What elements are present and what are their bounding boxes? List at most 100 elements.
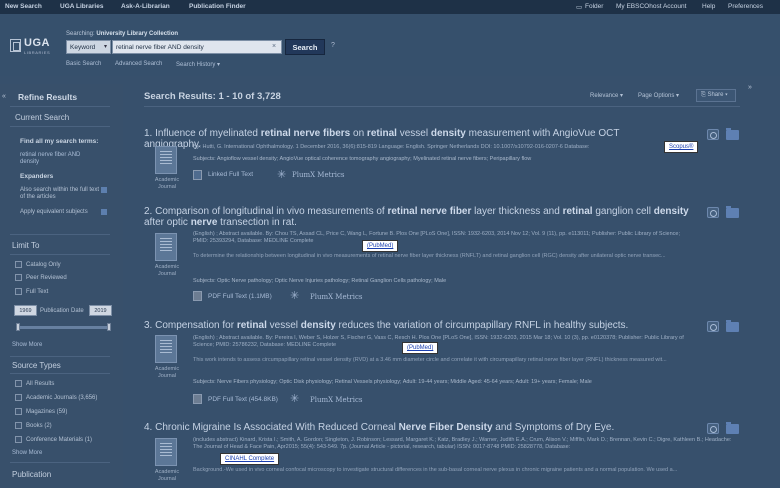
database-pubmed-link[interactable]: (PubMed) xyxy=(362,240,399,252)
all-results-label: All Results xyxy=(26,381,55,387)
add-expander-icon[interactable] xyxy=(101,209,107,215)
preview-icon[interactable] xyxy=(707,321,719,332)
divider xyxy=(10,126,110,127)
journal-thumbnail-icon[interactable] xyxy=(155,438,177,466)
plumx-metrics-link[interactable]: PlumX Metrics xyxy=(310,293,363,301)
result-number: 4. xyxy=(144,422,153,433)
pdf-icon[interactable] xyxy=(193,394,202,404)
database-scopus-link[interactable]: Scopus® xyxy=(664,141,699,153)
current-search-heading[interactable]: Current Search xyxy=(15,113,69,122)
page-options-dropdown[interactable]: Page Options ▾ xyxy=(638,92,679,99)
divider xyxy=(10,106,110,107)
all-results-checkbox[interactable] xyxy=(15,380,22,387)
relevance-sort-dropdown[interactable]: Relevance ▾ xyxy=(590,92,623,99)
database-pubmed-link[interactable]: (PubMed) xyxy=(402,342,439,354)
advanced-search-link[interactable]: Advanced Search xyxy=(115,61,162,67)
find-all-label: Find all my search terms: xyxy=(20,138,99,145)
add-expander-icon[interactable] xyxy=(101,187,107,193)
pub-date-to-input[interactable]: 2019 xyxy=(89,305,112,316)
search-history-link[interactable]: Search History ▾ xyxy=(176,61,220,68)
plumx-metrics-link[interactable]: PlumX Metrics xyxy=(292,171,345,179)
pub-date-slider[interactable] xyxy=(17,326,110,329)
search-input[interactable]: retinal nerve fiber AND density xyxy=(112,40,282,54)
preview-icon[interactable] xyxy=(707,207,719,218)
show-more-sources-link[interactable]: Show More xyxy=(12,450,42,456)
pdf-full-text-link[interactable]: PDF Full Text (454.8KB) xyxy=(208,396,278,403)
basic-search-link[interactable]: Basic Search xyxy=(66,61,101,67)
result-title[interactable]: 3. Compensation for retinal vessel densi… xyxy=(144,320,704,331)
refine-results-title: Refine Results xyxy=(18,92,78,102)
folder-icon-top[interactable]: ▭ xyxy=(576,3,582,11)
journal-thumbnail-icon[interactable] xyxy=(155,335,177,363)
search-field-select[interactable]: Keyword xyxy=(66,40,111,54)
result-title[interactable]: 2. Comparison of longitudinal in vivo me… xyxy=(144,206,694,228)
conference-materials-checkbox[interactable] xyxy=(15,436,22,443)
result-metadata: By: Hutti, G. International Ophthalmolog… xyxy=(193,144,590,150)
search-help-icon[interactable]: ? xyxy=(331,42,335,49)
limit-to-heading[interactable]: Limit To xyxy=(12,241,39,250)
publication-finder-link[interactable]: Publication Finder xyxy=(189,3,246,10)
plumx-metrics-link[interactable]: PlumX Metrics xyxy=(310,396,363,404)
pdf-icon[interactable] xyxy=(193,291,202,301)
clear-search-icon[interactable]: × xyxy=(272,43,276,50)
books-label: Books (2) xyxy=(26,423,52,429)
add-to-folder-icon[interactable] xyxy=(726,128,739,140)
full-text-checkbox[interactable] xyxy=(15,288,22,295)
my-account-link[interactable]: My EBSCOhost Account xyxy=(616,3,686,10)
publication-type-label: Academic Journal xyxy=(154,264,180,277)
result-title[interactable]: 4. Chronic Migraine Is Associated With R… xyxy=(144,422,704,433)
preview-icon[interactable] xyxy=(707,423,719,434)
journal-thumbnail-icon[interactable] xyxy=(155,146,177,174)
share-button[interactable]: ⎘ Share ▾ xyxy=(696,89,736,102)
collapse-right-panel-icon[interactable]: » xyxy=(748,84,752,91)
help-link[interactable]: Help xyxy=(702,3,715,10)
result-subjects: Subjects: Angioflow vessel density; Angi… xyxy=(193,156,532,162)
plumx-icon[interactable] xyxy=(290,289,300,302)
preferences-link[interactable]: Preferences xyxy=(728,3,763,10)
search-button[interactable]: Search xyxy=(285,39,325,55)
slider-handle-start[interactable] xyxy=(16,323,20,331)
show-more-limits-link[interactable]: Show More xyxy=(12,342,42,348)
catalog-only-checkbox[interactable] xyxy=(15,261,22,268)
magazines-checkbox[interactable] xyxy=(15,408,22,415)
folder-link[interactable]: Folder xyxy=(585,3,603,10)
preview-icon[interactable] xyxy=(707,129,719,140)
searching-value: University Library Collection xyxy=(96,31,179,37)
divider xyxy=(144,106,740,107)
peer-reviewed-checkbox[interactable] xyxy=(15,274,22,281)
new-search-link[interactable]: New Search xyxy=(5,3,42,10)
publication-heading[interactable]: Publication xyxy=(12,470,51,479)
add-to-folder-icon[interactable] xyxy=(726,422,739,434)
journal-thumbnail-icon[interactable] xyxy=(155,233,177,261)
linked-full-text-icon[interactable] xyxy=(193,170,202,180)
plumx-icon[interactable] xyxy=(277,168,287,181)
ask-a-librarian-link[interactable]: Ask-A-Librarian xyxy=(121,3,170,10)
add-to-folder-icon[interactable] xyxy=(726,206,739,218)
academic-journals-checkbox[interactable] xyxy=(15,394,22,401)
divider xyxy=(10,356,110,357)
source-types-heading[interactable]: Source Types xyxy=(12,361,61,370)
database-cinahl-link[interactable]: CINAHL Complete xyxy=(220,453,280,465)
slider-handle-end[interactable] xyxy=(107,323,111,331)
peer-reviewed-label: Peer Reviewed xyxy=(26,275,67,281)
collapse-sidebar-icon[interactable]: « xyxy=(2,93,6,100)
pdf-full-text-link[interactable]: PDF Full Text (1.1MB) xyxy=(208,293,272,300)
logo[interactable]: UGA xyxy=(24,37,50,49)
catalog-only-label: Catalog Only xyxy=(26,262,61,268)
result-abstract: Background.-We used in vivo corneal conf… xyxy=(193,467,678,473)
academic-journals-label: Academic Journals (3,656) xyxy=(26,395,98,401)
share-label: Share ▾ xyxy=(707,92,728,98)
current-query-link[interactable]: retinal nerve fiber AND density xyxy=(20,152,90,166)
plumx-icon[interactable] xyxy=(290,392,300,405)
logo-subtitle: LIBRARIES xyxy=(24,50,51,55)
searching-scope: Searching: University Library Collection xyxy=(66,31,178,37)
full-text-label: Full Text xyxy=(26,289,49,295)
divider xyxy=(10,373,110,374)
add-to-folder-icon[interactable] xyxy=(726,320,739,332)
books-checkbox[interactable] xyxy=(15,422,22,429)
pub-date-from-input[interactable]: 1969 xyxy=(14,305,37,316)
result-subjects: Subjects: Nerve Fibers physiology; Optic… xyxy=(193,379,592,385)
logo-icon xyxy=(10,39,21,52)
uga-libraries-link[interactable]: UGA Libraries xyxy=(60,3,103,10)
linked-full-text-link[interactable]: Linked Full Text xyxy=(208,171,253,178)
